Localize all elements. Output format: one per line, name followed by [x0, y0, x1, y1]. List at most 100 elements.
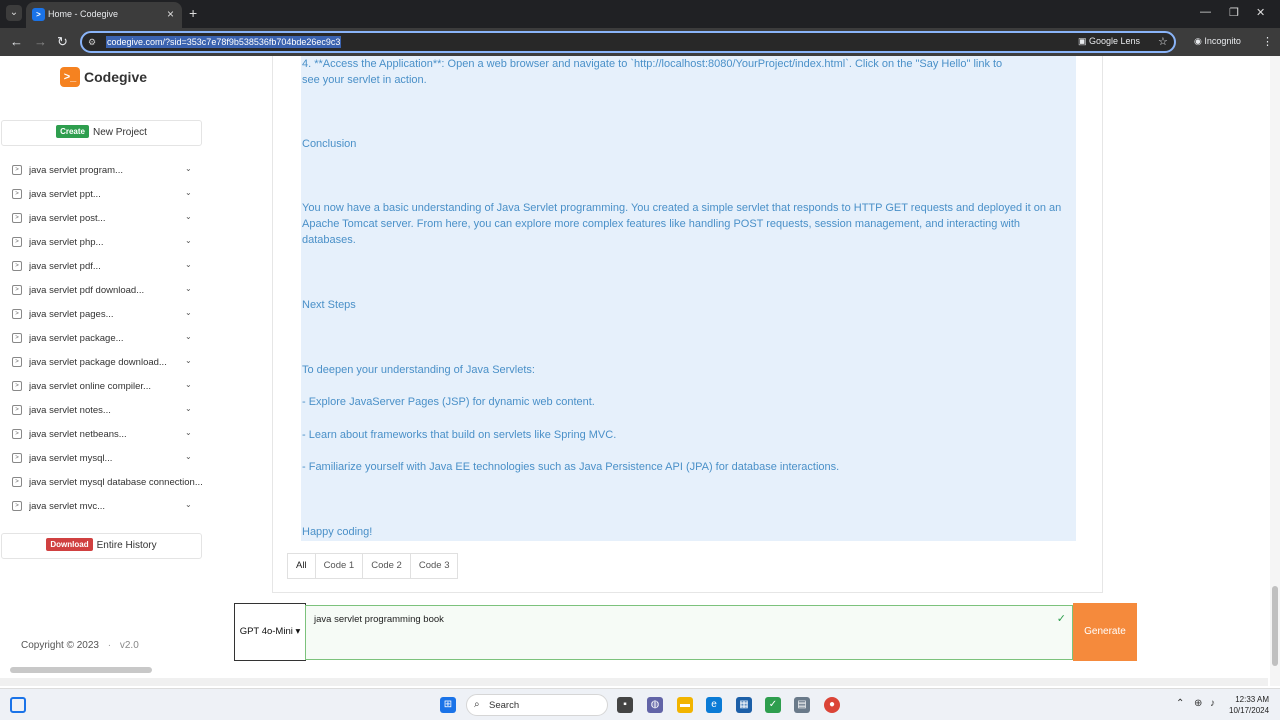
- chevron-down-icon[interactable]: ⌄: [185, 428, 192, 437]
- sidebar: >_ Codegive Create New Project > java serv…: [0, 56, 210, 673]
- vertical-scroll-thumb[interactable]: [1272, 586, 1278, 666]
- chevron-down-icon[interactable]: ⌄: [185, 212, 192, 221]
- tab-title: Home - Codegive: [48, 9, 119, 19]
- minimize-icon[interactable]: —: [1200, 6, 1211, 18]
- search-icon: ⌕: [474, 699, 480, 710]
- taskbar-search-label: Search: [489, 700, 520, 711]
- history-item-label: java servlet mysql database connection..…: [29, 477, 203, 488]
- history-item-label: java servlet notes...: [29, 405, 111, 416]
- tab-search-icon[interactable]: ⌄: [6, 5, 22, 21]
- chevron-down-icon[interactable]: ⌄: [185, 380, 192, 389]
- url-text[interactable]: codegive.com/?sid=353c7e78f9b538536fb704…: [106, 36, 342, 48]
- app-icon[interactable]: ▤: [794, 697, 810, 713]
- terminal-icon: >: [12, 213, 22, 223]
- window-close-icon[interactable]: ✕: [1256, 6, 1265, 19]
- restore-icon[interactable]: ❐: [1229, 6, 1239, 19]
- history-item[interactable]: > java servlet program... ⌄: [10, 161, 200, 181]
- new-tab-icon[interactable]: +: [189, 5, 197, 21]
- edge-icon[interactable]: e: [706, 697, 722, 713]
- tab-all[interactable]: All: [288, 554, 315, 578]
- history-item[interactable]: > java servlet php... ⌄: [10, 233, 200, 253]
- chevron-down-icon[interactable]: ⌄: [185, 188, 192, 197]
- forward-icon[interactable]: →: [34, 34, 47, 49]
- history-item[interactable]: > java servlet mysql... ⌄: [10, 449, 200, 469]
- history-item[interactable]: > java servlet online compiler... ⌄: [10, 377, 200, 397]
- terminal-icon: >: [12, 285, 22, 295]
- new-project-button[interactable]: Create New Project: [1, 120, 202, 146]
- terminal-icon: >: [12, 477, 22, 487]
- chevron-down-icon[interactable]: ⌄: [185, 356, 192, 365]
- tab-code-1[interactable]: Code 1: [314, 554, 363, 578]
- tab-code-2[interactable]: Code 2: [362, 554, 410, 578]
- copyright-separator: ·: [107, 640, 112, 651]
- history-item-label: java servlet mvc...: [29, 501, 106, 512]
- prompt-text: java servlet programming book: [314, 614, 444, 625]
- history-item-label: java servlet package...: [29, 333, 124, 344]
- google-lens-button[interactable]: ▣ Google Lens: [1078, 36, 1140, 47]
- google-lens-label: Google Lens: [1089, 36, 1141, 46]
- generate-button[interactable]: Generate: [1073, 603, 1137, 661]
- chevron-down-icon[interactable]: ⌄: [185, 236, 192, 245]
- terminal-icon: >: [12, 501, 22, 511]
- chevron-down-icon[interactable]: ⌄: [185, 308, 192, 317]
- model-select[interactable]: GPT 4o-Mini ▾: [234, 603, 306, 661]
- chevron-down-icon[interactable]: ⌄: [185, 332, 192, 341]
- volume-icon[interactable]: ♪: [1210, 698, 1215, 709]
- reload-icon[interactable]: ↻: [57, 34, 68, 50]
- start-icon[interactable]: ⊞: [440, 697, 456, 713]
- clock[interactable]: 12:33 AM 10/17/2024: [1229, 694, 1269, 716]
- check-icon: ✓: [1056, 613, 1066, 625]
- chevron-down-icon[interactable]: ⌄: [185, 260, 192, 269]
- page-horizontal-scrollbar[interactable]: [0, 678, 1268, 686]
- chevron-down-icon[interactable]: ⌄: [185, 284, 192, 293]
- terminal-icon: >: [12, 261, 22, 271]
- store-icon[interactable]: ▦: [736, 697, 752, 713]
- history-item[interactable]: > java servlet mvc... ⌄: [10, 497, 200, 517]
- tab-close-icon[interactable]: ×: [167, 7, 174, 21]
- tray-overflow-icon[interactable]: ⌃: [1176, 698, 1184, 709]
- browser-tab[interactable]: > Home - Codegive ×: [26, 2, 182, 28]
- browser-menu-icon[interactable]: ⋮: [1262, 35, 1273, 48]
- history-item[interactable]: > java servlet package download... ⌄: [10, 353, 200, 373]
- history-item-label: java servlet php...: [29, 237, 104, 248]
- terminal-icon: >: [12, 453, 22, 463]
- history-item[interactable]: > java servlet post... ⌄: [10, 209, 200, 229]
- history-item[interactable]: > java servlet pdf download... ⌄: [10, 281, 200, 301]
- tab-code-3[interactable]: Code 3: [409, 554, 458, 578]
- task-view-icon[interactable]: ▪: [617, 697, 633, 713]
- conclusion-heading: Conclusion: [302, 138, 357, 150]
- incognito-icon: ◉: [1194, 36, 1205, 46]
- file-explorer-icon[interactable]: ▬: [677, 697, 693, 713]
- history-item[interactable]: > java servlet notes... ⌄: [10, 401, 200, 421]
- sidebar-scrollbar[interactable]: [10, 667, 152, 673]
- history-item-label: java servlet ppt...: [29, 189, 101, 200]
- excel-icon[interactable]: ✓: [765, 697, 781, 713]
- chat-icon[interactable]: ◍: [647, 697, 663, 713]
- chevron-down-icon[interactable]: ⌄: [185, 164, 192, 173]
- history-item[interactable]: > java servlet pdf... ⌄: [10, 257, 200, 277]
- taskbar-search[interactable]: ⌕ Search: [466, 694, 608, 716]
- incognito-indicator[interactable]: ◉ Incognito: [1194, 36, 1241, 47]
- history-item-label: java servlet pdf download...: [29, 285, 145, 296]
- network-icon[interactable]: ⊕: [1194, 698, 1202, 709]
- omnibox[interactable]: ⚙ codegive.com/?sid=353c7e78f9b538536fb7…: [80, 31, 1176, 53]
- chevron-down-icon[interactable]: ⌄: [185, 500, 192, 509]
- page-vertical-scrollbar[interactable]: [1270, 56, 1280, 686]
- history-item[interactable]: > java servlet ppt... ⌄: [10, 185, 200, 205]
- history-item[interactable]: > java servlet pages... ⌄: [10, 305, 200, 325]
- history-item-label: java servlet post...: [29, 213, 106, 224]
- chevron-down-icon[interactable]: ⌄: [185, 404, 192, 413]
- history-item[interactable]: > java servlet package... ⌄: [10, 329, 200, 349]
- new-project-label: New Project: [93, 127, 147, 138]
- download-history-button[interactable]: Download Entire History: [1, 533, 202, 559]
- history-item[interactable]: > java servlet mysql database connection.…: [10, 473, 203, 493]
- widgets-icon[interactable]: [10, 697, 26, 713]
- chevron-down-icon[interactable]: ⌄: [185, 452, 192, 461]
- site-info-icon[interactable]: ⚙: [88, 37, 96, 48]
- history-item[interactable]: > java servlet netbeans... ⌄: [10, 425, 200, 445]
- back-icon[interactable]: ←: [10, 34, 23, 49]
- prompt-input[interactable]: java servlet programming book ✓: [305, 605, 1073, 660]
- chrome-icon[interactable]: ●: [824, 697, 840, 713]
- bullet-frameworks: - Learn about frameworks that build on s…: [302, 429, 617, 441]
- bookmark-star-icon[interactable]: ☆: [1158, 35, 1168, 48]
